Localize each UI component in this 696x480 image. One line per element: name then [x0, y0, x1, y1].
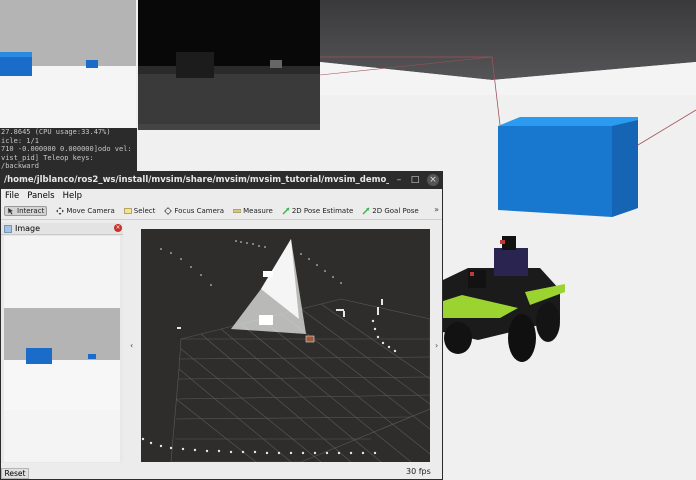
- tool-label: 2D Pose Estimate: [291, 207, 354, 215]
- rviz-3d-view[interactable]: [141, 229, 430, 462]
- reset-button[interactable]: Reset: [1, 468, 29, 479]
- tool-focus-camera[interactable]: Focus Camera: [164, 207, 224, 215]
- toolbar-overflow-icon[interactable]: »: [434, 205, 439, 214]
- select-icon: [123, 208, 132, 214]
- robot-marker: [305, 335, 315, 343]
- collapse-left-panel-icon[interactable]: ‹: [130, 341, 133, 350]
- depth-camera-preview: [138, 0, 320, 130]
- image-panel-title: Image: [15, 224, 41, 233]
- tool-interact[interactable]: Interact: [4, 206, 48, 216]
- fps-counter: 30 fps: [406, 467, 431, 476]
- tool-label: Focus Camera: [174, 207, 225, 215]
- tool-measure[interactable]: Measure: [233, 207, 273, 215]
- tool-2d-pose-estimate[interactable]: 2D Pose Estimate: [282, 207, 353, 215]
- blue-box-obstacle: [498, 117, 638, 217]
- image-panel: Image ×: [1, 223, 123, 463]
- focus-camera-icon: [164, 207, 173, 215]
- tool-move-camera[interactable]: Move Camera: [56, 207, 115, 215]
- menu-file[interactable]: File: [5, 191, 19, 201]
- terminal-output: 27.8645 (CPU usage:33.47%) icle: 1/1 710…: [0, 128, 137, 172]
- image-panel-camera-view: [4, 236, 120, 462]
- tool-label: 2D Goal Pose: [372, 207, 419, 215]
- terminal-line: icle: 1/1: [1, 136, 39, 145]
- rgb-camera-preview: [0, 0, 136, 130]
- terminal-line: 710 -0.000000 0.000000]odo vel: [0.19: [1, 145, 137, 154]
- tool-label: Interact: [17, 207, 45, 215]
- point-cloud-box: [259, 315, 273, 325]
- menu-bar: File Panels Help: [1, 189, 442, 203]
- tool-label: Select: [133, 207, 156, 215]
- tool-label: Measure: [243, 207, 273, 215]
- tool-2d-goal-pose[interactable]: 2D Goal Pose: [362, 207, 419, 215]
- collapse-right-panel-icon[interactable]: ›: [435, 341, 438, 350]
- window-titlebar[interactable]: /home/jlblanco/ros2_ws/install/mvsim/sha…: [1, 171, 442, 189]
- minimize-button[interactable]: –: [393, 174, 405, 186]
- measure-icon: [233, 209, 242, 213]
- point-cloud-box: [263, 271, 273, 277]
- image-panel-icon: [4, 224, 12, 233]
- interact-icon: [8, 208, 13, 215]
- pose-estimate-icon: [282, 207, 290, 215]
- tool-bar: Interact Move Camera Select Focus Camera…: [1, 203, 442, 220]
- tool-label: Move Camera: [66, 207, 115, 215]
- close-window-button[interactable]: ×: [427, 174, 439, 186]
- maximize-button[interactable]: □: [409, 174, 421, 186]
- window-title: /home/jlblanco/ros2_ws/install/mvsim/sha…: [4, 175, 389, 185]
- terminal-line: 27.8645 (CPU usage:33.47%): [1, 128, 111, 136]
- move-camera-icon: [56, 207, 65, 215]
- image-panel-close-button[interactable]: ×: [114, 224, 122, 232]
- rviz-window: /home/jlblanco/ros2_ws/install/mvsim/sha…: [0, 171, 443, 480]
- tool-select[interactable]: Select: [123, 207, 156, 215]
- terminal-line: vist_pid] Teleop keys:: [1, 153, 94, 162]
- goal-pose-icon: [362, 207, 370, 215]
- image-panel-header[interactable]: Image: [1, 223, 123, 235]
- menu-panels[interactable]: Panels: [27, 191, 54, 201]
- menu-help[interactable]: Help: [63, 191, 82, 201]
- terminal-line: /backward: [1, 162, 39, 171]
